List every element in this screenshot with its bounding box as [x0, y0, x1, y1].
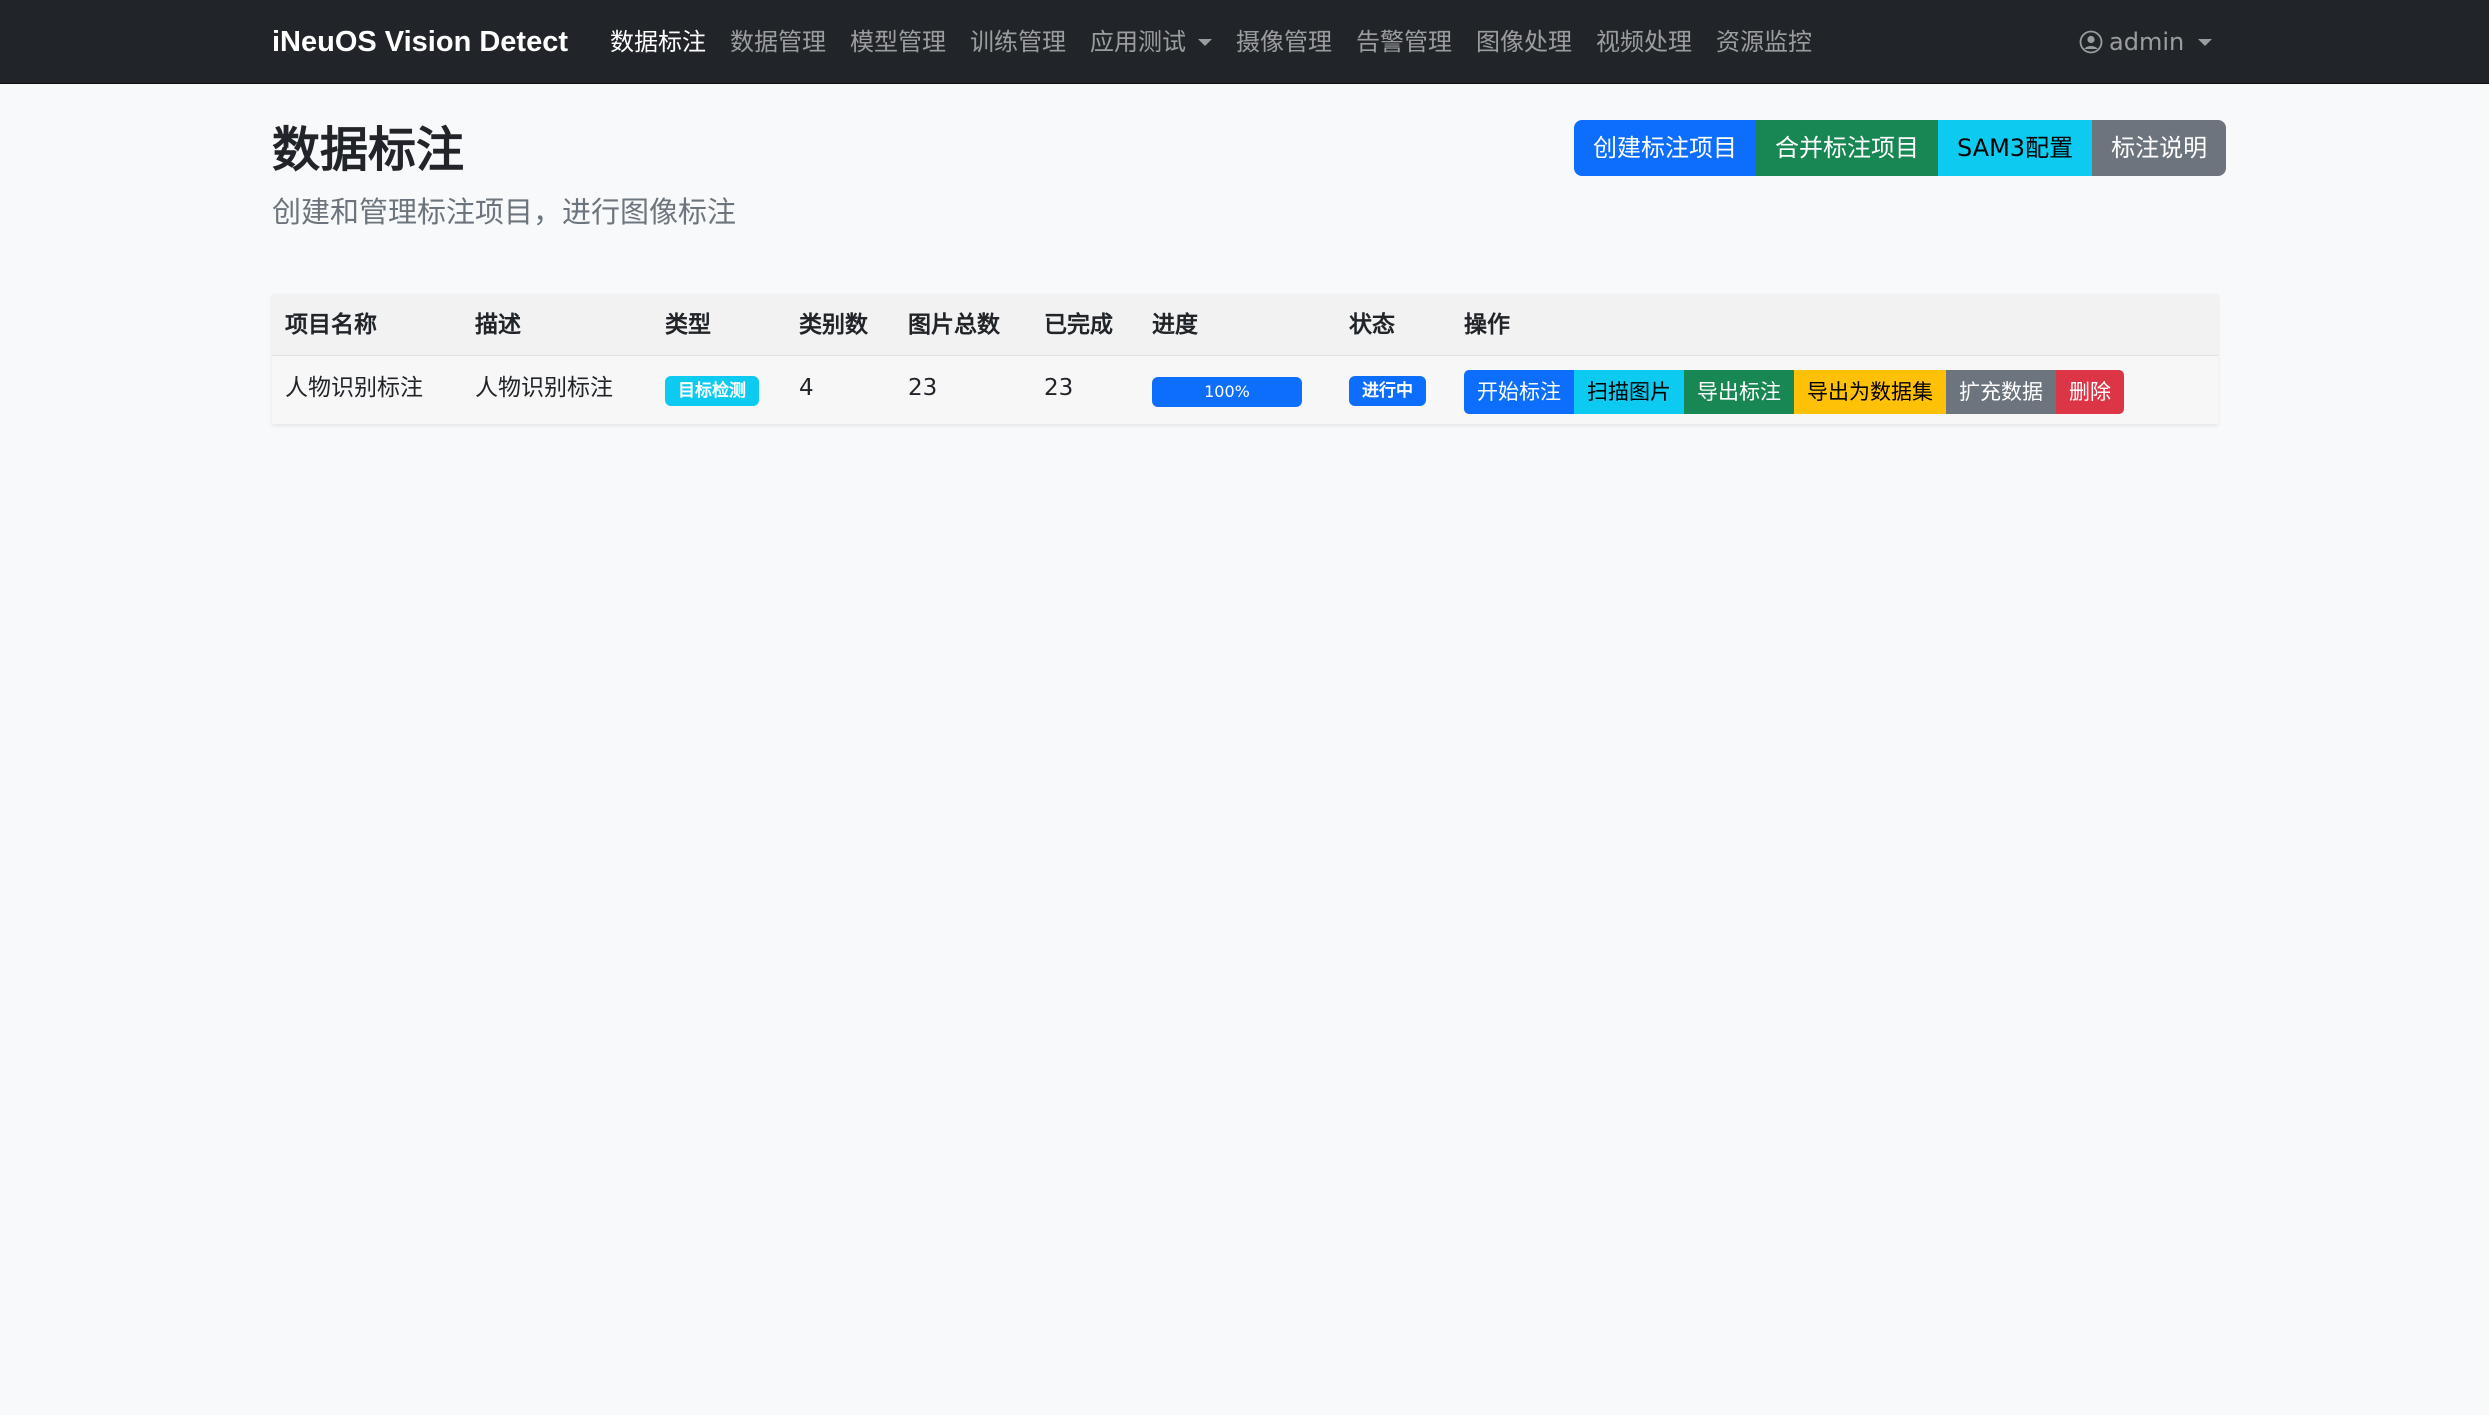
annotation-help-button[interactable]: 标注说明: [2092, 120, 2227, 176]
status-badge: 进行中: [1349, 376, 1426, 406]
main-nav: 数据标注 数据管理 模型管理 训练管理 应用测试 摄像管理 告警管理 图像处理 …: [598, 24, 1824, 60]
table-header-row: 项目名称 描述 类型 类别数 图片总数 已完成 进度 状态 操作: [272, 294, 2218, 356]
sam3-config-button[interactable]: SAM3配置: [1938, 120, 2093, 176]
projects-table: 项目名称 描述 类型 类别数 图片总数 已完成 进度 状态 操作 人物识别标注 …: [272, 294, 2218, 424]
scan-images-button[interactable]: 扫描图片: [1574, 370, 1684, 414]
column-header-completed: 已完成: [1044, 312, 1113, 338]
cell-description: 人物识别标注: [475, 375, 613, 401]
user-circle-icon: [2079, 30, 2103, 54]
nav-item-model-management[interactable]: 模型管理: [838, 24, 958, 60]
column-header-name: 项目名称: [285, 312, 377, 338]
nav-item-app-test[interactable]: 应用测试: [1078, 24, 1224, 60]
progress-bar-fill: 100%: [1152, 377, 1302, 407]
export-annotation-button[interactable]: 导出标注: [1684, 370, 1794, 414]
top-navbar: iNeuOS Vision Detect 数据标注 数据管理 模型管理 训练管理…: [0, 0, 2489, 84]
delete-button[interactable]: 删除: [2056, 370, 2124, 414]
cell-completed: 23: [1044, 375, 1074, 401]
nav-item-resource-monitor[interactable]: 资源监控: [1704, 24, 1824, 60]
progress-bar: 100%: [1152, 377, 1302, 407]
augment-data-button[interactable]: 扩充数据: [1946, 370, 2056, 414]
merge-project-button[interactable]: 合并标注项目: [1756, 120, 1938, 176]
type-badge: 目标检测: [665, 376, 759, 406]
page-subtitle: 创建和管理标注项目，进行图像标注: [272, 195, 737, 229]
page-title: 数据标注: [272, 122, 465, 178]
column-header-actions: 操作: [1464, 312, 1510, 338]
nav-item-data-management[interactable]: 数据管理: [718, 24, 838, 60]
column-header-status: 状态: [1349, 312, 1395, 338]
nav-item-app-test-label: 应用测试: [1090, 28, 1186, 56]
cell-image-total: 23: [908, 375, 938, 401]
user-menu[interactable]: admin: [2079, 24, 2213, 60]
cell-class-count: 4: [799, 375, 814, 401]
column-header-class-count: 类别数: [799, 312, 868, 338]
cell-project-name: 人物识别标注: [285, 375, 423, 401]
header-button-group: 创建标注项目 合并标注项目 SAM3配置 标注说明: [1574, 120, 2227, 176]
row-action-group: 开始标注 扫描图片 导出标注 导出为数据集 扩充数据 删除: [1464, 370, 2124, 414]
nav-item-image-processing[interactable]: 图像处理: [1464, 24, 1584, 60]
chevron-down-icon: [2198, 38, 2213, 46]
column-header-progress: 进度: [1152, 312, 1198, 338]
nav-item-data-annotation[interactable]: 数据标注: [598, 24, 718, 60]
table-row: 人物识别标注 人物识别标注 目标检测 4 23 23 100% 进行中 开始标注…: [272, 356, 2218, 424]
create-project-button[interactable]: 创建标注项目: [1574, 120, 1756, 176]
nav-item-video-processing[interactable]: 视频处理: [1584, 24, 1704, 60]
start-annotation-button[interactable]: 开始标注: [1464, 370, 1574, 414]
export-dataset-button[interactable]: 导出为数据集: [1794, 370, 1946, 414]
brand-logo[interactable]: iNeuOS Vision Detect: [272, 24, 568, 60]
nav-item-alarm-management[interactable]: 告警管理: [1344, 24, 1464, 60]
chevron-down-icon: [1198, 39, 1212, 46]
column-header-desc: 描述: [475, 312, 521, 338]
column-header-image-total: 图片总数: [908, 312, 1000, 338]
nav-item-camera-management[interactable]: 摄像管理: [1224, 24, 1344, 60]
column-header-type: 类型: [665, 312, 711, 338]
nav-item-training-management[interactable]: 训练管理: [958, 24, 1078, 60]
user-name: admin: [2109, 28, 2185, 56]
